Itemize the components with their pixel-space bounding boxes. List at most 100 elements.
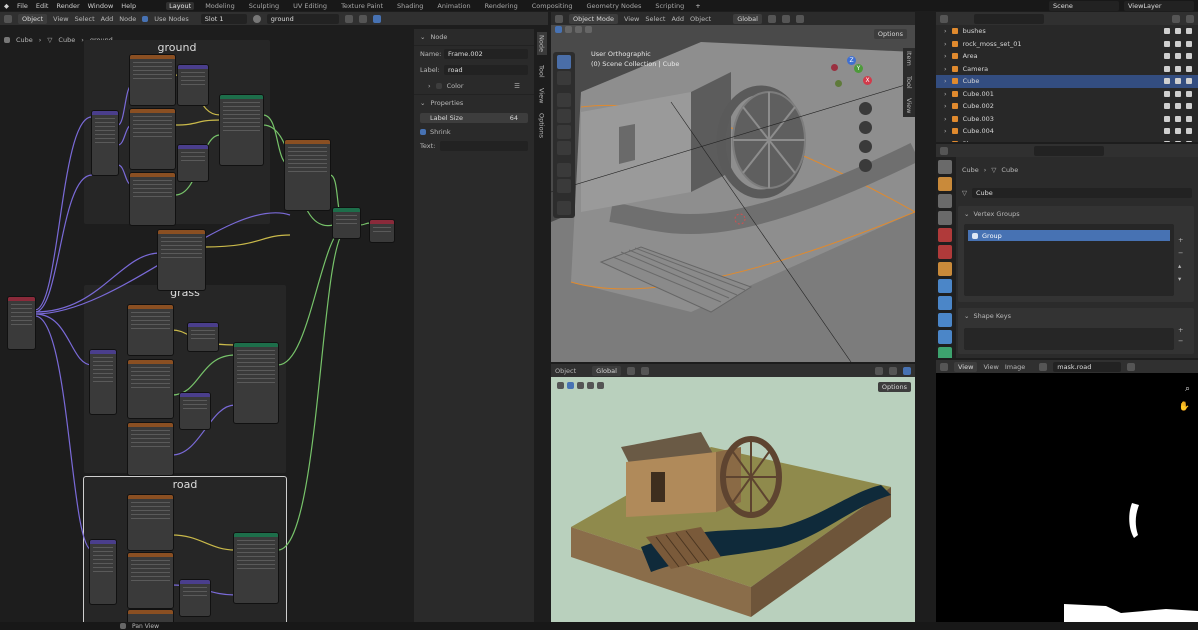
camera-render-icon[interactable] [1186,40,1192,47]
select-box-tool-icon[interactable] [557,55,571,69]
perspective-grid-icon[interactable] [859,159,872,172]
list-icon[interactable]: ☰ [514,82,520,90]
select-mode-icon[interactable] [567,382,574,389]
tab-animation[interactable]: Animation [434,2,473,10]
menu-help[interactable]: Help [121,2,136,10]
image-texture-node[interactable] [128,360,173,418]
shape-keys-header[interactable]: ⌄ Shape Keys [958,308,1194,324]
sidebar-tab-options[interactable]: Options [538,113,546,138]
material-output-node[interactable] [370,220,394,242]
node-label-field[interactable]: road [444,65,528,75]
pivot-icon[interactable] [626,366,635,375]
selectable-icon[interactable] [1164,53,1170,60]
modifier-icon[interactable] [938,279,952,293]
eye-icon[interactable] [1175,40,1181,47]
add-workspace-icon[interactable]: + [695,2,700,10]
new-collection-icon[interactable] [1186,14,1194,23]
visibility-toggles[interactable] [1164,65,1198,72]
outliner-row[interactable]: › Cube.001 [936,88,1198,101]
outliner-search-field[interactable] [974,13,1044,24]
camera-render-icon[interactable] [1186,140,1192,142]
properties-panel-header[interactable]: ⌄ Properties [414,94,534,111]
visibility-toggles[interactable] [1164,90,1198,97]
image-texture-node[interactable] [130,55,175,105]
particles-icon[interactable] [938,296,952,310]
eye-icon[interactable] [1175,115,1181,122]
physics-icon[interactable] [938,313,952,327]
navigation-gizmo[interactable]: Z X Y [821,50,881,110]
image-texture-node[interactable] [128,553,173,608]
separate-color-node[interactable] [178,65,208,105]
expand-arrow-icon[interactable]: › [944,90,947,98]
visibility-toggles[interactable] [1164,40,1198,47]
camera-render-icon[interactable] [1186,65,1192,72]
camera-render-icon[interactable] [1186,103,1192,110]
normal-map-node[interactable] [180,580,210,616]
outliner-row[interactable]: › Cube.003 [936,113,1198,126]
vertex-group-item[interactable]: Group [968,230,1170,241]
gizmo-y-axis[interactable]: Y [854,64,863,73]
view-layer-icon[interactable] [938,211,952,225]
gizmo-z-axis[interactable]: Z [847,56,856,65]
eye-icon[interactable] [1175,65,1181,72]
selectable-icon[interactable] [1164,28,1170,35]
constraints-icon[interactable] [938,330,952,344]
overlay-icon[interactable] [372,14,381,23]
blender-logo-icon[interactable]: ◆ [4,2,9,10]
sidebar-tab-item[interactable]: Item [905,51,913,66]
label-size-field[interactable]: Label Size 64 [420,113,528,123]
mapping-node[interactable] [90,540,116,604]
visibility-toggles[interactable] [1164,140,1198,142]
expand-arrow-icon[interactable]: › [944,77,947,85]
tab-uv-editing[interactable]: UV Editing [290,2,330,10]
node-menu-add[interactable]: Add [101,15,114,23]
selectable-icon[interactable] [1164,65,1170,72]
material-field[interactable]: ground [266,13,339,24]
camera-render-icon[interactable] [1186,28,1192,35]
vertex-groups-header[interactable]: ⌄ Vertex Groups [958,206,1194,222]
play-icon[interactable] [557,382,564,389]
image-texture-node[interactable] [128,610,173,622]
mesh-name-field[interactable]: Cube [972,188,1192,198]
image-texture-node[interactable] [128,305,173,355]
camera-render-icon[interactable] [1186,90,1192,97]
outliner-row[interactable]: › Plane [936,138,1198,142]
expand-arrow-icon[interactable]: › [944,52,947,60]
viewport-3d[interactable]: Object Mode View Select Add Object Globa… [551,12,915,362]
render-viewport[interactable]: Object Global Options [551,364,915,622]
select-invert-icon[interactable] [597,382,604,389]
add-vertex-group-icon[interactable]: + [1178,236,1183,244]
sidebar-tab-view[interactable]: View [905,98,913,113]
menu-window[interactable]: Window [88,2,114,10]
zoom-icon[interactable] [859,102,872,115]
image-browse-icon[interactable] [1039,362,1048,371]
normal-map-node[interactable] [178,145,208,181]
camera-render-icon[interactable] [1186,115,1192,122]
filter-icon[interactable] [1172,14,1180,23]
shader-type-dropdown[interactable]: Object [18,13,48,24]
render-transform-dropdown[interactable]: Global [592,365,621,376]
node-menu-node[interactable]: Node [119,15,136,23]
copy-material-icon[interactable] [344,14,353,23]
separate-color-node[interactable] [188,323,218,351]
expand-arrow-icon[interactable]: › [944,102,947,110]
outliner-row[interactable]: › Cube [936,75,1198,88]
transform-tool-icon[interactable] [557,141,571,155]
editor-type-icon[interactable] [4,14,12,23]
visibility-toggles[interactable] [1164,115,1198,122]
color-subpanel[interactable]: › Color ☰ [414,78,534,94]
gizmo-x-axis[interactable]: X [863,76,872,85]
use-nodes-checkbox[interactable] [142,15,149,22]
viewport-shading-solid-icon[interactable] [875,366,883,375]
visibility-toggles[interactable] [1164,78,1198,85]
tool-icon[interactable] [938,160,952,174]
menu-edit[interactable]: Edit [36,2,49,10]
principled-bsdf-node[interactable] [234,533,278,603]
editor-type-icon[interactable] [940,146,948,155]
snap-icon[interactable] [640,366,649,375]
pin-icon[interactable] [1127,362,1136,371]
outliner-row[interactable]: › Cube.002 [936,100,1198,113]
texture-coordinate-node[interactable] [8,297,35,349]
eye-icon[interactable] [1175,128,1181,135]
eye-icon[interactable] [1175,53,1181,60]
